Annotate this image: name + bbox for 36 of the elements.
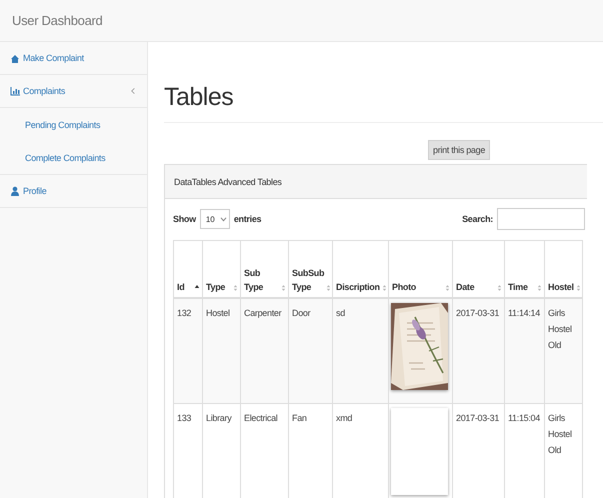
sort-icon: [537, 284, 542, 292]
table-cell: Hostel: [202, 298, 240, 404]
search-label: Search:: [462, 214, 493, 224]
sort-icon: [576, 284, 581, 292]
sidebar-subitem[interactable]: Pending Complaints: [0, 108, 147, 141]
table-cell: 132: [174, 298, 202, 404]
bar-chart-icon: [10, 86, 20, 96]
table-cell: 2017-03-31: [452, 298, 504, 404]
sort-icon: [233, 284, 238, 292]
print-button[interactable]: print this page: [428, 140, 490, 160]
sort-icon: [326, 284, 332, 292]
page-title: Tables: [164, 82, 234, 112]
caret-icon: [220, 216, 227, 222]
user-icon: [10, 186, 20, 196]
sidebar-item[interactable]: Complaints: [0, 75, 147, 108]
table-cell: sd: [332, 298, 388, 404]
table-cell: Carpenter: [240, 298, 288, 404]
home-icon: [10, 53, 20, 63]
dashboard-title: User Dashboard: [12, 13, 102, 28]
entries-label: entries: [234, 214, 262, 224]
table-cell: Door: [288, 298, 332, 404]
table-cell: Girls Hostel Old: [544, 298, 582, 404]
sort-icon: [382, 284, 387, 292]
sidebar-item[interactable]: Make Complaint: [0, 42, 147, 75]
sort-icon: [497, 284, 502, 292]
sidebar-item[interactable]: Profile: [0, 175, 147, 208]
sort-ascending-icon: [194, 284, 200, 289]
table-cell: 11:14:14: [504, 298, 544, 404]
sort-icon: [281, 284, 286, 292]
entries-select[interactable]: 10: [200, 209, 230, 229]
search-field[interactable]: [497, 208, 585, 230]
sort-icon: [445, 284, 450, 292]
show-label: Show: [173, 214, 196, 224]
sidebar-subitem[interactable]: Complete Complaints: [0, 141, 147, 174]
table-cell: 133: [174, 404, 202, 498]
panel-title: DataTables Advanced Tables: [174, 176, 282, 186]
